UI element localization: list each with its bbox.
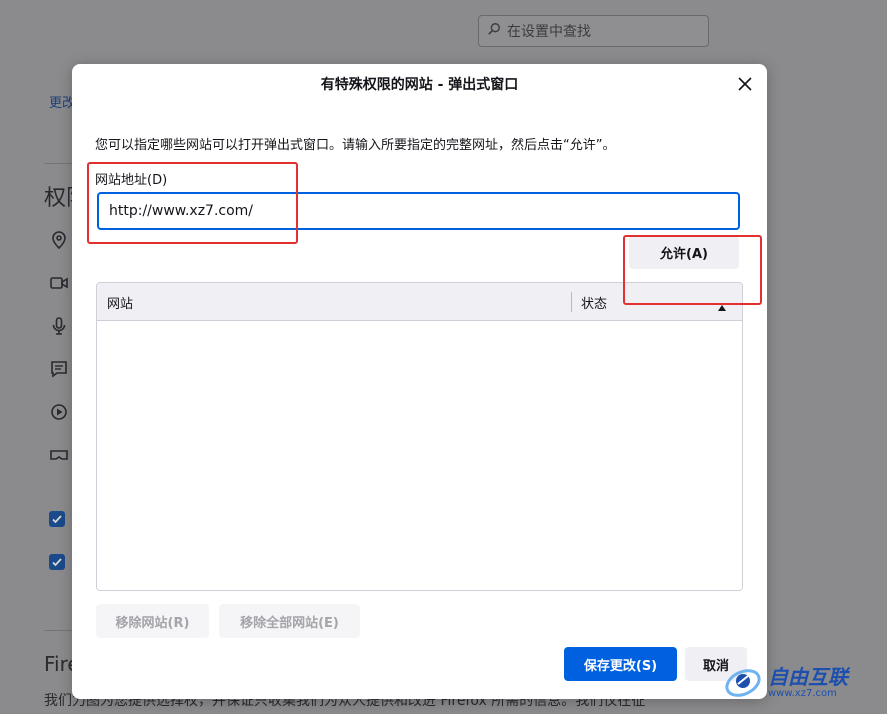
- dialog-description: 您可以指定哪些网站可以打开弹出式窗口。请输入所要指定的完整网址，然后点击“允许”…: [95, 138, 616, 153]
- autoplay-icon: [49, 402, 69, 422]
- website-address-label: 网站地址(D): [95, 173, 168, 188]
- allow-button[interactable]: 允许(A): [629, 236, 739, 269]
- search-placeholder: 在设置中查找: [507, 24, 591, 40]
- watermark-name: 自由互联: [768, 665, 848, 689]
- search-icon: [487, 22, 501, 40]
- save-changes-button[interactable]: 保存更改(S): [564, 647, 677, 681]
- column-separator: [571, 292, 572, 312]
- microphone-icon: [49, 316, 69, 336]
- table-body[interactable]: [97, 321, 742, 590]
- dialog-title: 有特殊权限的网站 - 弹出式窗口: [320, 77, 519, 93]
- divider: [44, 163, 74, 164]
- divider: [44, 630, 74, 631]
- camera-icon: [49, 273, 69, 293]
- watermark-logo-icon: [722, 660, 764, 706]
- popup-permissions-dialog: 有特殊权限的网站 - 弹出式窗口 您可以指定哪些网站可以打开弹出式窗口。请输入所…: [72, 64, 767, 699]
- table-header: 网站 状态: [97, 283, 742, 321]
- column-header-status[interactable]: 状态: [581, 293, 607, 312]
- site-permissions-table: 网站 状态: [96, 282, 743, 591]
- close-icon: [738, 76, 752, 95]
- close-button[interactable]: [733, 73, 757, 97]
- site-watermark: 自由互联 www.xz7.com: [722, 660, 882, 706]
- website-address-input[interactable]: http://www.xz7.com/: [97, 192, 740, 230]
- checkbox-checked[interactable]: [49, 511, 65, 527]
- remove-website-button[interactable]: 移除网站(R): [96, 604, 209, 638]
- notification-icon: [49, 359, 69, 379]
- sort-ascending-icon: [717, 297, 727, 311]
- watermark-url: www.xz7.com: [768, 688, 837, 699]
- settings-search-box[interactable]: 在设置中查找: [478, 15, 709, 47]
- location-icon: [49, 230, 69, 250]
- remove-all-websites-button[interactable]: 移除全部网站(E): [219, 604, 360, 638]
- checkbox-checked[interactable]: [49, 554, 65, 570]
- vr-headset-icon: [49, 445, 69, 465]
- column-header-website[interactable]: 网站: [107, 293, 133, 312]
